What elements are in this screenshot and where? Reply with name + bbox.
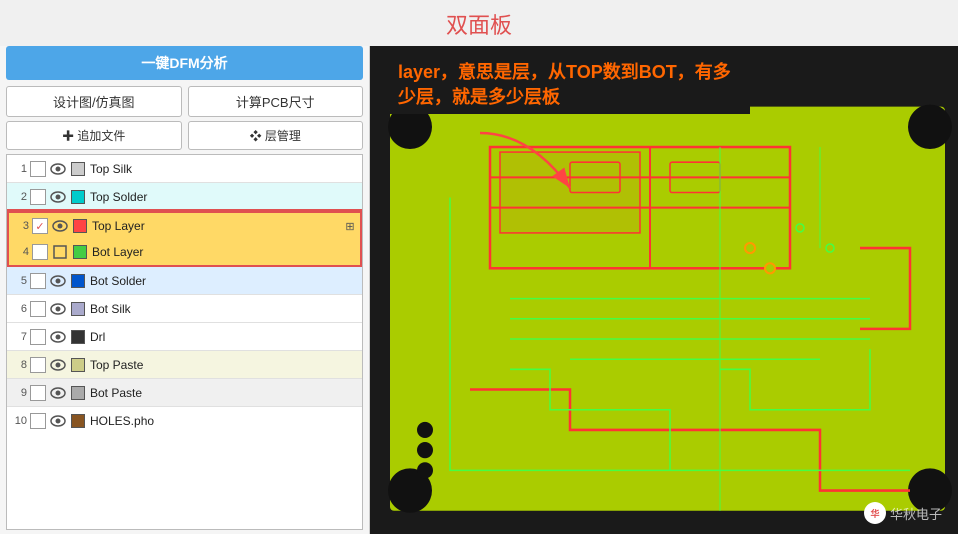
layer-row-5[interactable]: 5 Bot Solder: [7, 267, 362, 295]
annotation-content: layer，意思是层，从TOP数到BOT，有多少层，就是多少层板: [398, 62, 731, 107]
layer-expand-icon-3[interactable]: ⊞: [342, 220, 358, 233]
right-panel: layer，意思是层，从TOP数到BOT，有多少层，就是多少层板 华 华秋电子: [370, 46, 958, 534]
layer-visibility-icon-7[interactable]: [49, 328, 67, 346]
layer-name-10: HOLES.pho: [90, 414, 360, 428]
layer-row-9[interactable]: 9 Bot Paste: [7, 379, 362, 407]
layer-visibility-icon-8[interactable]: [49, 356, 67, 374]
layer-number-8: 8: [9, 359, 27, 371]
layer-number-1: 1: [9, 163, 27, 175]
layer-checkbox-6[interactable]: [30, 301, 46, 317]
layer-row-8[interactable]: 8 Top Paste: [7, 351, 362, 379]
layer-name-5: Bot Solder: [90, 274, 360, 288]
layer-number-7: 7: [9, 331, 27, 343]
layer-color-2: [71, 190, 85, 204]
left-panel: 一键DFM分析 设计图/仿真图 计算PCB尺寸 ✚ 追加文件 ❖ 层管理 1 To…: [0, 46, 370, 534]
layer-row-4[interactable]: 4 Bot Layer: [7, 239, 362, 267]
calc-pcb-button[interactable]: 计算PCB尺寸: [188, 86, 364, 117]
annotation-text: layer，意思是层，从TOP数到BOT，有多少层，就是多少层板: [390, 56, 750, 114]
main-container: 一键DFM分析 设计图/仿真图 计算PCB尺寸 ✚ 追加文件 ❖ 层管理 1 To…: [0, 46, 958, 534]
layer-color-5: [71, 274, 85, 288]
layer-number-10: 10: [9, 415, 27, 427]
layer-visibility-icon-10[interactable]: [49, 412, 67, 430]
watermark-logo: 华: [864, 502, 886, 524]
layer-visibility-icon-9[interactable]: [49, 384, 67, 402]
layer-number-3: 3: [11, 220, 29, 232]
layer-row-1[interactable]: 1 Top Silk: [7, 155, 362, 183]
layer-visibility-icon-6[interactable]: [49, 300, 67, 318]
layer-row-10[interactable]: 10 HOLES.pho: [7, 407, 362, 435]
layer-checkbox-3[interactable]: [32, 218, 48, 234]
layer-color-7: [71, 330, 85, 344]
layer-checkbox-1[interactable]: [30, 161, 46, 177]
layer-list: 1 Top Silk 2 Top Solder 3 Top Layer ⊞ 4 Bot Laye…: [6, 154, 363, 530]
page-title: 双面板: [0, 0, 958, 46]
layer-name-3: Top Layer: [92, 219, 338, 233]
layer-checkbox-2[interactable]: [30, 189, 46, 205]
layer-visibility-icon-1[interactable]: [49, 160, 67, 178]
layer-visibility-icon-5[interactable]: [49, 272, 67, 290]
layer-row-2[interactable]: 2 Top Solder: [7, 183, 362, 211]
layer-row-6[interactable]: 6 Bot Silk: [7, 295, 362, 323]
layer-color-8: [71, 358, 85, 372]
layer-row-7[interactable]: 7 Drl: [7, 323, 362, 351]
dfm-button[interactable]: 一键DFM分析: [6, 46, 363, 80]
layer-color-10: [71, 414, 85, 428]
layer-checkbox-9[interactable]: [30, 385, 46, 401]
add-file-button[interactable]: ✚ 追加文件: [6, 121, 182, 150]
layer-name-2: Top Solder: [90, 190, 360, 204]
layer-name-4: Bot Layer: [92, 245, 358, 259]
layer-name-9: Bot Paste: [90, 386, 360, 400]
layer-number-4: 4: [11, 246, 29, 258]
layer-number-5: 5: [9, 275, 27, 287]
layer-checkbox-10[interactable]: [30, 413, 46, 429]
layer-visibility-icon-3[interactable]: [51, 217, 69, 235]
top-buttons-row: 设计图/仿真图 计算PCB尺寸: [6, 86, 363, 117]
layer-number-2: 2: [9, 191, 27, 203]
design-view-button[interactable]: 设计图/仿真图: [6, 86, 182, 117]
layer-color-9: [71, 386, 85, 400]
layer-manage-button[interactable]: ❖ 层管理: [188, 121, 364, 150]
layer-name-7: Drl: [90, 330, 360, 344]
layer-color-4: [73, 245, 87, 259]
layer-visibility-icon-4[interactable]: [51, 243, 69, 261]
layer-checkbox-8[interactable]: [30, 357, 46, 373]
watermark-text: 华秋电子: [890, 504, 942, 523]
layer-checkbox-4[interactable]: [32, 244, 48, 260]
layer-name-8: Top Paste: [90, 358, 360, 372]
pcb-view: [370, 46, 958, 534]
layer-name-1: Top Silk: [90, 162, 360, 176]
layer-row-3[interactable]: 3 Top Layer ⊞: [7, 211, 362, 239]
layer-number-6: 6: [9, 303, 27, 315]
layer-visibility-icon-2[interactable]: [49, 188, 67, 206]
layer-color-3: [73, 219, 87, 233]
layer-actions-row: ✚ 追加文件 ❖ 层管理: [6, 121, 363, 150]
layer-number-9: 9: [9, 387, 27, 399]
layer-color-1: [71, 162, 85, 176]
layer-checkbox-7[interactable]: [30, 329, 46, 345]
layer-color-6: [71, 302, 85, 316]
layer-checkbox-5[interactable]: [30, 273, 46, 289]
watermark: 华 华秋电子: [864, 502, 942, 524]
layer-name-6: Bot Silk: [90, 302, 360, 316]
